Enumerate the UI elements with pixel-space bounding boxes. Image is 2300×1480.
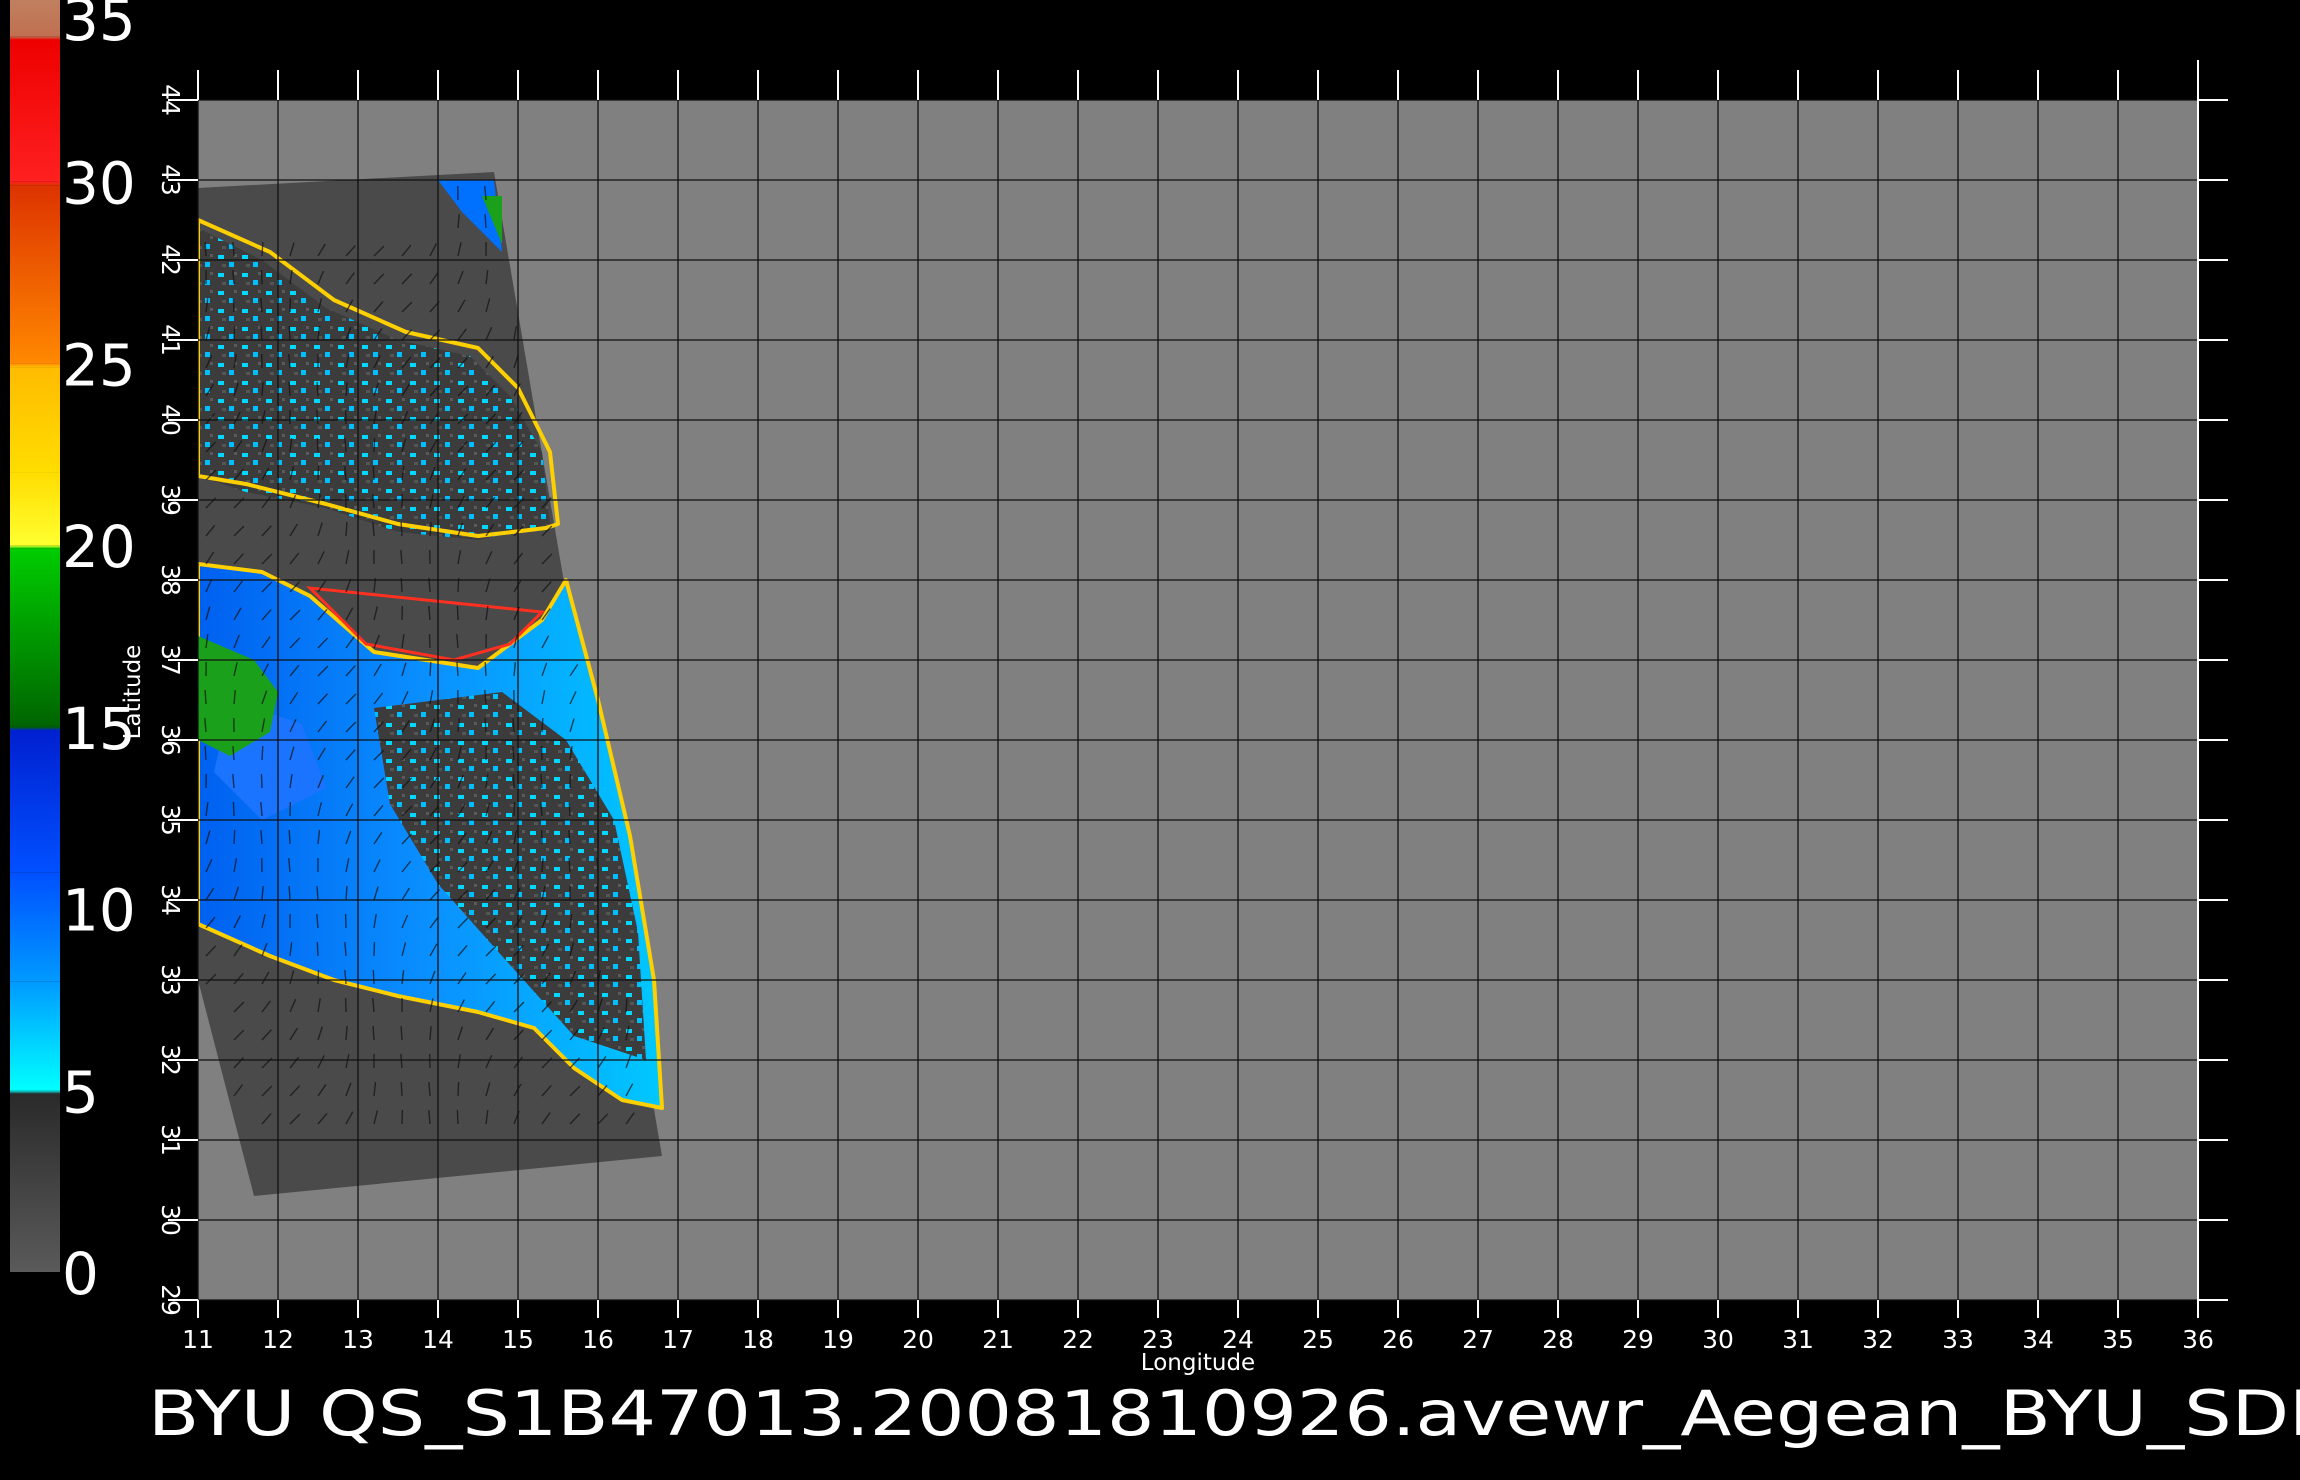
colorbar-tick-label: 20 (62, 513, 136, 581)
y-tick-label: 33 (156, 964, 185, 996)
colorbar-segment (10, 1093, 60, 1272)
colorbar-segment (10, 36, 60, 40)
colorbar-tick-label: 25 (62, 331, 136, 399)
y-tick-label: 31 (156, 1124, 185, 1156)
x-tick-label: 19 (822, 1325, 854, 1354)
colorbar-segment (10, 730, 60, 873)
x-tick-label: 20 (902, 1325, 934, 1354)
colorbar-segment (10, 185, 60, 364)
x-tick-label: 16 (582, 1325, 614, 1354)
colorbar-tick-label: 35 (62, 0, 136, 54)
x-tick-label: 21 (982, 1325, 1014, 1354)
x-axis-label: Longitude (1141, 1350, 1255, 1376)
x-tick-label: 35 (2102, 1325, 2134, 1354)
colorbar-segment (10, 0, 60, 37)
y-tick-label: 29 (156, 1284, 185, 1316)
x-tick-label: 27 (1462, 1325, 1494, 1354)
x-tick-label: 22 (1062, 1325, 1094, 1354)
x-tick-label: 26 (1382, 1325, 1414, 1354)
x-tick-label: 34 (2022, 1325, 2054, 1354)
x-tick-label: 29 (1622, 1325, 1654, 1354)
colorbar-tick-label: 10 (62, 877, 136, 945)
x-tick-label: 11 (182, 1325, 214, 1354)
x-tick-label: 25 (1302, 1325, 1334, 1354)
image-title: BYU QS_S1B47013.20081810926.avewr_Aegean… (148, 1377, 2300, 1450)
y-tick-label: 36 (156, 724, 185, 756)
colorbar-segment (10, 872, 60, 982)
x-tick-label: 32 (1862, 1325, 1894, 1354)
colorbar-segment (10, 548, 60, 727)
y-tick-label: 34 (156, 884, 185, 916)
y-tick-label: 44 (156, 84, 185, 116)
colorbar-segment (10, 472, 60, 546)
x-tick-label: 15 (502, 1325, 534, 1354)
y-tick-label: 39 (156, 484, 185, 516)
x-tick-label: 36 (2182, 1325, 2214, 1354)
y-tick-label: 41 (156, 324, 185, 356)
y-tick-labels: 29 30 31 32 33 34 35 36 37 38 39 40 41 42 43 44 (156, 84, 185, 1316)
y-tick-label: 37 (156, 644, 185, 676)
colorbar-segment (10, 181, 60, 186)
colorbar-segment (10, 726, 60, 731)
x-tick-label: 18 (742, 1325, 774, 1354)
y-tick-label: 38 (156, 564, 185, 596)
y-axis-label: Latitude (120, 645, 146, 740)
colorbar-tick-label: 0 (62, 1240, 99, 1308)
x-tick-label: 28 (1542, 1325, 1574, 1354)
x-tick-label: 14 (422, 1325, 454, 1354)
colorbar-segment (10, 363, 60, 368)
x-tick-label: 12 (262, 1325, 294, 1354)
x-tick-label: 33 (1942, 1325, 1974, 1354)
colorbar-segment (10, 39, 60, 182)
colorbar-segment (10, 981, 60, 1091)
colorbar-segment (10, 545, 60, 549)
y-tick-label: 32 (156, 1044, 185, 1076)
colorbar-tick-label: 30 (62, 150, 136, 218)
y-tick-label: 42 (156, 244, 185, 276)
y-tick-label: 30 (156, 1204, 185, 1236)
x-tick-label: 13 (342, 1325, 374, 1354)
colorbar-segment (10, 367, 60, 473)
colorbar-segment (10, 1090, 60, 1094)
wind-speed-map: 05101520253035 11 12 13 14 15 16 17 18 19 20 21 22 2… (10, 0, 2300, 1450)
x-tick-label: 17 (662, 1325, 694, 1354)
y-tick-label: 43 (156, 164, 185, 196)
y-tick-label: 35 (156, 804, 185, 836)
y-tick-label: 40 (156, 404, 185, 436)
colorbar (10, 0, 60, 1272)
x-tick-label: 30 (1702, 1325, 1734, 1354)
colorbar-tick-label: 5 (62, 1058, 99, 1126)
x-tick-label: 31 (1782, 1325, 1814, 1354)
